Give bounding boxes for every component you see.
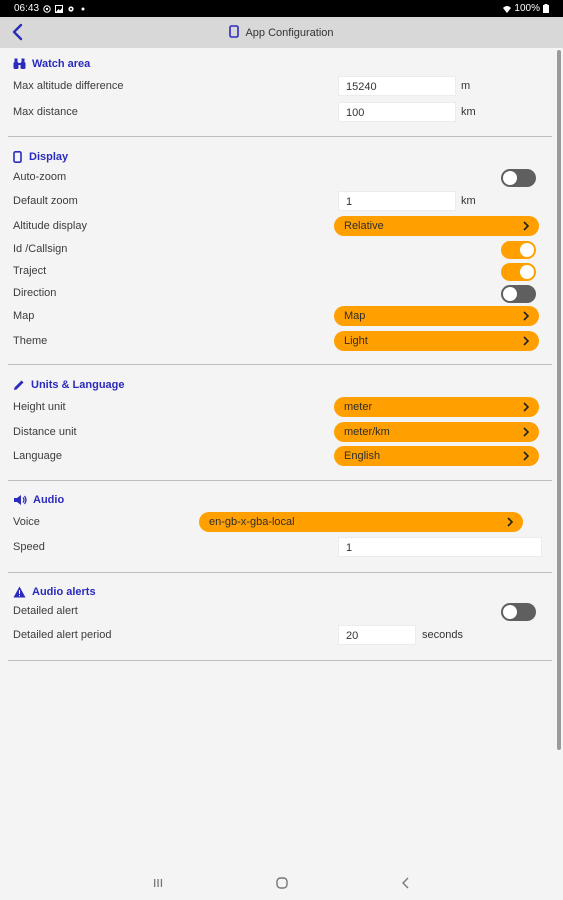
map-select[interactable]: Map xyxy=(334,306,539,326)
recents-icon[interactable] xyxy=(150,875,166,891)
section-audio-alerts: Audio alerts xyxy=(13,586,96,598)
height-unit-label: Height unit xyxy=(13,401,66,413)
detailed-alert-period-input[interactable]: 20 xyxy=(338,625,416,645)
distance-unit-label: Distance unit xyxy=(13,426,77,438)
max-distance-unit: km xyxy=(461,106,476,118)
toggle-knob xyxy=(520,265,534,279)
altitude-display-select[interactable]: Relative xyxy=(334,216,539,236)
language-value: English xyxy=(344,450,381,462)
section-title-text: Watch area xyxy=(32,58,91,70)
traject-label: Traject xyxy=(13,265,47,277)
voice-select[interactable]: en-gb-x-gba-local xyxy=(199,512,523,532)
altitude-display-value: Relative xyxy=(344,220,384,232)
section-title-text: Display xyxy=(29,151,69,163)
battery-percent: 100% xyxy=(514,3,540,14)
gear-icon xyxy=(68,5,74,12)
section-display: Display xyxy=(13,151,68,163)
map-label: Map xyxy=(13,310,35,322)
distance-unit-value: meter/km xyxy=(344,426,390,438)
pencil-icon xyxy=(14,380,24,390)
binoculars-icon xyxy=(13,58,26,69)
chevron-right-icon xyxy=(523,402,530,412)
id-callsign-toggle[interactable] xyxy=(501,241,536,259)
traject-toggle[interactable] xyxy=(501,263,536,281)
divider xyxy=(8,572,552,573)
max-altitude-unit: m xyxy=(461,80,471,92)
divider xyxy=(8,136,552,137)
direction-toggle[interactable] xyxy=(501,285,536,303)
tablet-icon xyxy=(229,25,240,38)
detailed-alert-period-unit: seconds xyxy=(422,629,463,641)
height-unit-value: meter xyxy=(344,401,373,413)
max-distance-label: Max distance xyxy=(13,106,78,118)
auto-zoom-label: Auto-zoom xyxy=(13,171,67,183)
toggle-knob xyxy=(503,171,517,185)
height-unit-select[interactable]: meter xyxy=(334,397,539,417)
wifi-icon xyxy=(503,5,512,13)
scrollbar[interactable] xyxy=(557,50,561,750)
default-zoom-input[interactable]: 1 xyxy=(338,191,456,211)
tablet-icon xyxy=(13,151,22,163)
voice-label: Voice xyxy=(13,516,40,528)
max-distance-input[interactable]: 100 xyxy=(338,102,456,122)
section-title-text: Audio alerts xyxy=(32,586,96,598)
warning-icon xyxy=(13,586,26,598)
direction-label: Direction xyxy=(13,287,57,299)
chevron-right-icon xyxy=(523,336,530,346)
language-select[interactable]: English xyxy=(334,446,539,466)
speed-input[interactable]: 1 xyxy=(338,537,542,557)
altitude-display-label: Altitude display xyxy=(13,220,87,232)
divider xyxy=(8,480,552,481)
map-value: Map xyxy=(344,310,366,322)
status-time: 06:43 xyxy=(14,3,40,14)
detailed-alert-toggle[interactable] xyxy=(501,603,536,621)
section-watch-area: Watch area xyxy=(13,58,90,70)
section-title-text: Units & Language xyxy=(31,379,125,391)
default-zoom-unit: km xyxy=(461,195,476,207)
at-icon xyxy=(43,4,51,13)
theme-label: Theme xyxy=(13,335,48,347)
section-title-text: Audio xyxy=(33,494,65,506)
divider xyxy=(8,364,552,365)
chevron-right-icon xyxy=(523,311,530,321)
detailed-alert-label: Detailed alert xyxy=(13,605,78,617)
distance-unit-select[interactable]: meter/km xyxy=(334,422,539,442)
theme-select[interactable]: Light xyxy=(334,331,539,351)
divider xyxy=(8,660,552,661)
back-nav-icon[interactable] xyxy=(398,875,414,891)
chevron-right-icon xyxy=(523,427,530,437)
chevron-right-icon xyxy=(523,221,530,231)
status-bar: 06:43 100% xyxy=(0,0,563,17)
chevron-right-icon xyxy=(507,517,514,527)
voice-value: en-gb-x-gba-local xyxy=(209,516,295,528)
toggle-knob xyxy=(520,243,534,257)
max-altitude-label: Max altitude difference xyxy=(13,80,124,92)
detailed-alert-period-label: Detailed alert period xyxy=(13,629,112,641)
section-units-language: Units & Language xyxy=(13,379,125,391)
app-bar: App Configuration xyxy=(0,17,563,48)
battery-icon xyxy=(543,4,549,13)
max-altitude-input[interactable]: 15240 xyxy=(338,76,456,96)
speaker-icon xyxy=(14,495,27,505)
language-label: Language xyxy=(13,450,62,462)
default-zoom-label: Default zoom xyxy=(13,195,78,207)
section-audio: Audio xyxy=(13,494,64,506)
image-icon xyxy=(55,4,64,13)
toggle-knob xyxy=(503,287,517,301)
id-callsign-label: Id /Callsign xyxy=(13,243,68,255)
auto-zoom-toggle[interactable] xyxy=(501,169,536,187)
speed-label: Speed xyxy=(13,541,45,553)
page-title: App Configuration xyxy=(245,27,334,39)
toggle-knob xyxy=(503,605,517,619)
system-nav-bar xyxy=(0,866,563,900)
home-icon[interactable] xyxy=(274,875,290,891)
chevron-right-icon xyxy=(523,451,530,461)
theme-value: Light xyxy=(344,335,368,347)
dot-icon xyxy=(81,7,85,10)
